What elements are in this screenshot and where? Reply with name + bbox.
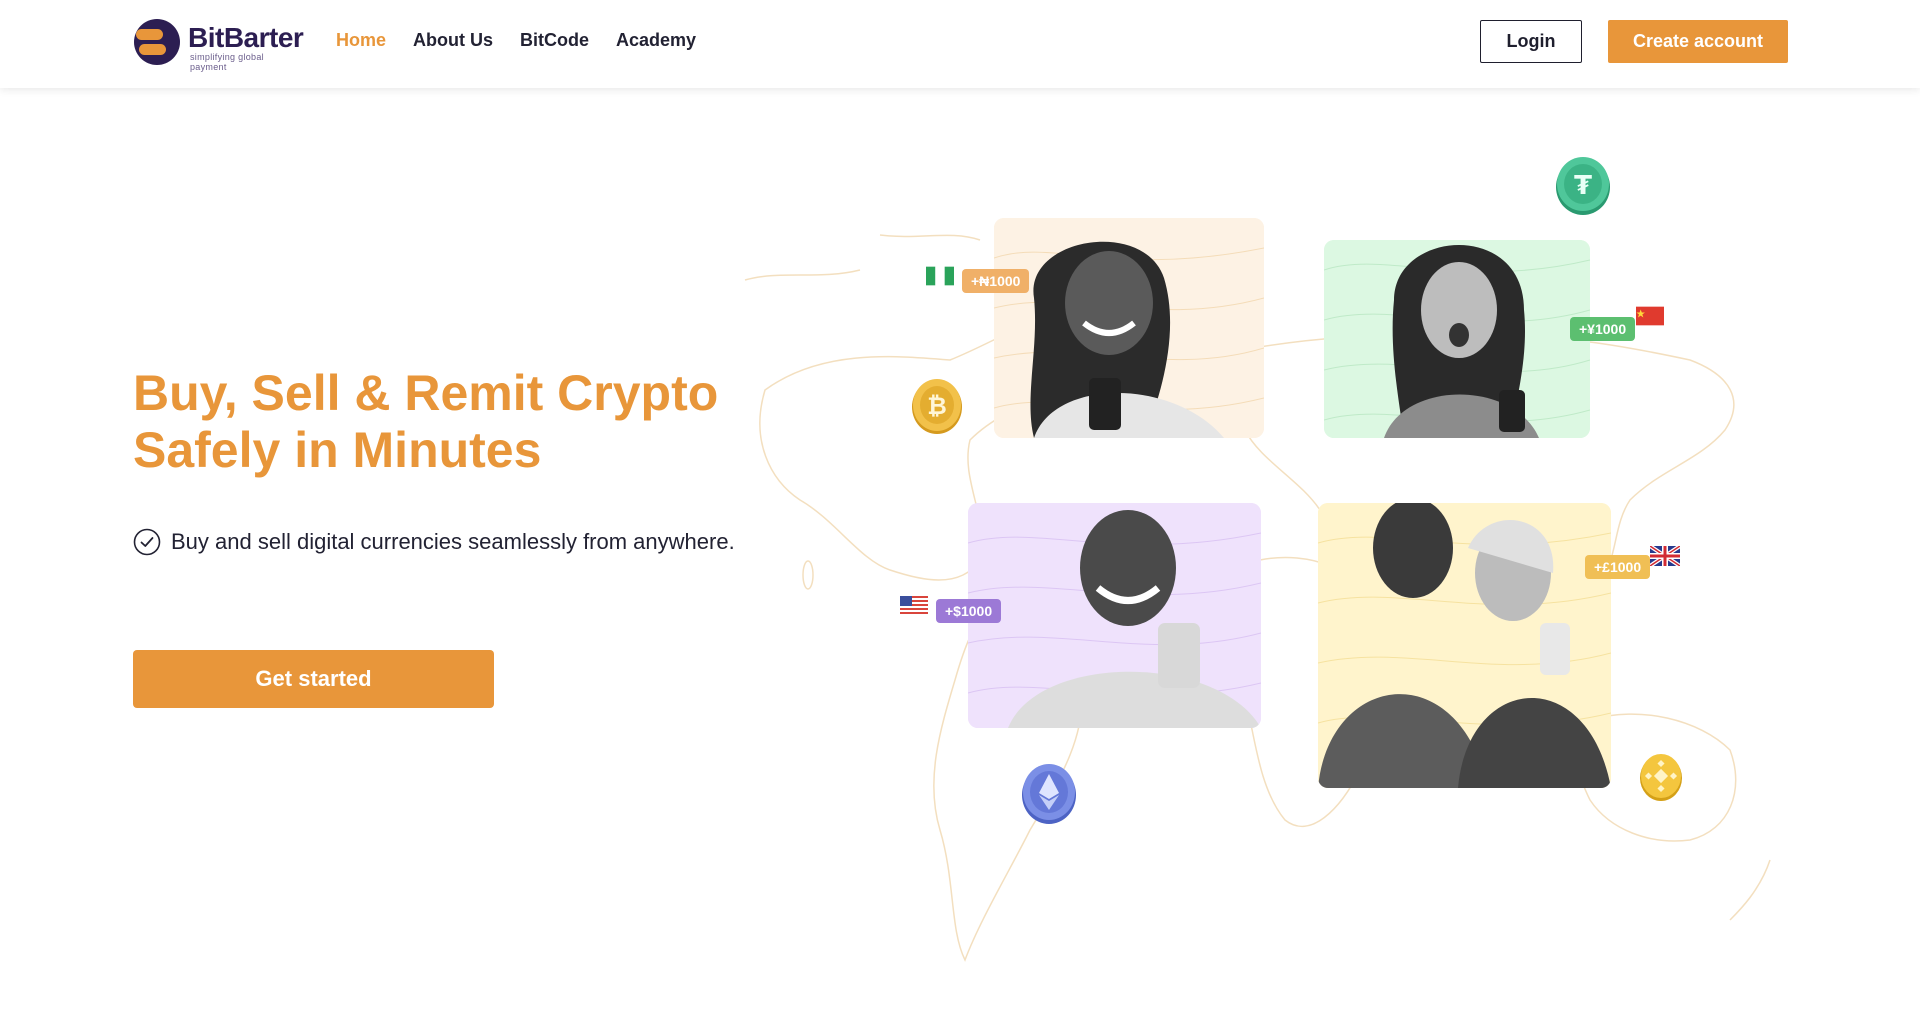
get-started-button[interactable]: Get started [133,650,494,708]
main-nav: Home About Us BitCode Academy [336,30,696,51]
hero-illustration: +₦1000 +¥1000 +$1000 +£1000 ₿ ₮ [740,140,1780,990]
login-button[interactable]: Login [1480,20,1582,63]
person-photo [1324,240,1590,438]
feature-text: Buy and sell digital currencies seamless… [171,529,735,554]
photo-card-nigeria [994,218,1264,438]
china-flag-icon [1636,306,1664,326]
person-photo [1318,503,1611,788]
person-photo [994,218,1264,438]
ethereum-coin-icon [1022,764,1076,824]
check-circle-icon [133,528,161,556]
site-header: BitBarter simplifying global payment Hom… [0,0,1920,88]
photo-card-china [1324,240,1590,438]
amount-badge-dollar: +$1000 [936,599,1002,623]
feature-item: Buy and sell digital currencies seamless… [133,528,735,556]
create-account-button[interactable]: Create account [1608,20,1788,63]
nav-item-home[interactable]: Home [336,30,386,51]
nigeria-flag-icon [926,266,954,286]
binance-coin-icon [1640,754,1682,801]
nav-item-about-us[interactable]: About Us [413,30,493,51]
nav-item-bitcode[interactable]: BitCode [520,30,589,51]
person-photo [968,503,1261,728]
svg-text:₿: ₿ [927,392,947,420]
bitcoin-coin-icon: ₿ [912,379,962,434]
amount-badge-pound: +£1000 [1585,555,1651,579]
brand-tagline: simplifying global payment [190,52,264,72]
svg-text:₮: ₮ [1574,171,1592,201]
usa-flag-icon [900,596,928,616]
nav-item-academy[interactable]: Academy [616,30,696,51]
uk-flag-icon [1650,546,1680,566]
photo-card-usa [968,503,1261,728]
amount-badge-yuan: +¥1000 [1570,317,1636,341]
tether-coin-icon: ₮ [1556,157,1610,215]
hero-title: Buy, Sell & Remit Crypto Safely in Minut… [133,365,719,478]
brand-logo[interactable]: BitBarter simplifying global payment [133,18,304,72]
photo-card-uk [1318,503,1611,788]
amount-badge-naira: +₦1000 [962,269,1030,293]
brand-name: BitBarter [188,22,304,53]
bitbarter-logo-icon [134,19,180,65]
